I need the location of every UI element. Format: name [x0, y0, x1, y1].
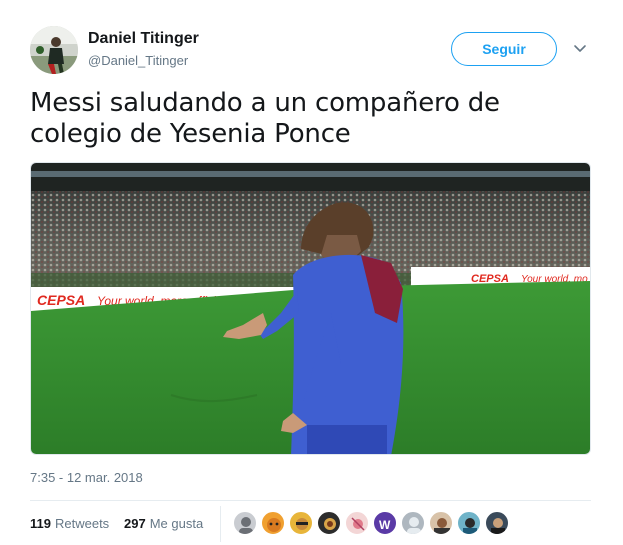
liker-avatar[interactable]: [457, 511, 481, 535]
tweet-timestamp[interactable]: 7:35 - 12 mar. 2018: [30, 470, 143, 485]
retweets-stat[interactable]: 119 Retweets: [30, 516, 109, 531]
retweets-count: 119: [30, 516, 51, 531]
avatar-image: [30, 26, 78, 74]
liker-avatar[interactable]: [401, 511, 425, 535]
likes-count: 297: [124, 516, 146, 531]
liker-avatar[interactable]: [261, 511, 285, 535]
retweets-label: Retweets: [54, 516, 110, 531]
tweet-header: Daniel Titinger @Daniel_Titinger Seguir: [30, 26, 600, 76]
author-names: Daniel Titinger @Daniel_Titinger: [88, 29, 199, 70]
liker-avatar[interactable]: [289, 511, 313, 535]
liker-avatar[interactable]: [345, 511, 369, 535]
author-display-name[interactable]: Daniel Titinger: [88, 29, 199, 49]
svg-text:W: W: [379, 518, 391, 532]
stats-separator: [220, 506, 221, 542]
stadium-photo: CEPSA Your world, more efficient. CEPSA …: [31, 163, 590, 454]
divider: [30, 500, 591, 501]
svg-text:CEPSA: CEPSA: [37, 292, 85, 308]
tweet-stats: 119 Retweets 297 Me gusta W: [30, 506, 595, 542]
follow-button[interactable]: Seguir: [451, 32, 557, 66]
liker-avatar[interactable]: [429, 511, 453, 535]
author-avatar[interactable]: [30, 26, 78, 74]
tweet-media-image[interactable]: CEPSA Your world, more efficient. CEPSA …: [30, 162, 591, 455]
liker-avatar[interactable]: [485, 511, 509, 535]
tweet-text: Messi saludando a un compañero de colegi…: [30, 88, 500, 149]
author-handle[interactable]: @Daniel_Titinger: [88, 52, 199, 70]
chevron-down-icon[interactable]: [572, 40, 588, 56]
likes-label: Me gusta: [149, 516, 204, 531]
liker-avatar[interactable]: [317, 511, 341, 535]
liker-avatar[interactable]: W: [373, 511, 397, 535]
liker-avatar[interactable]: [233, 511, 257, 535]
likes-stat[interactable]: 297 Me gusta: [124, 516, 203, 531]
